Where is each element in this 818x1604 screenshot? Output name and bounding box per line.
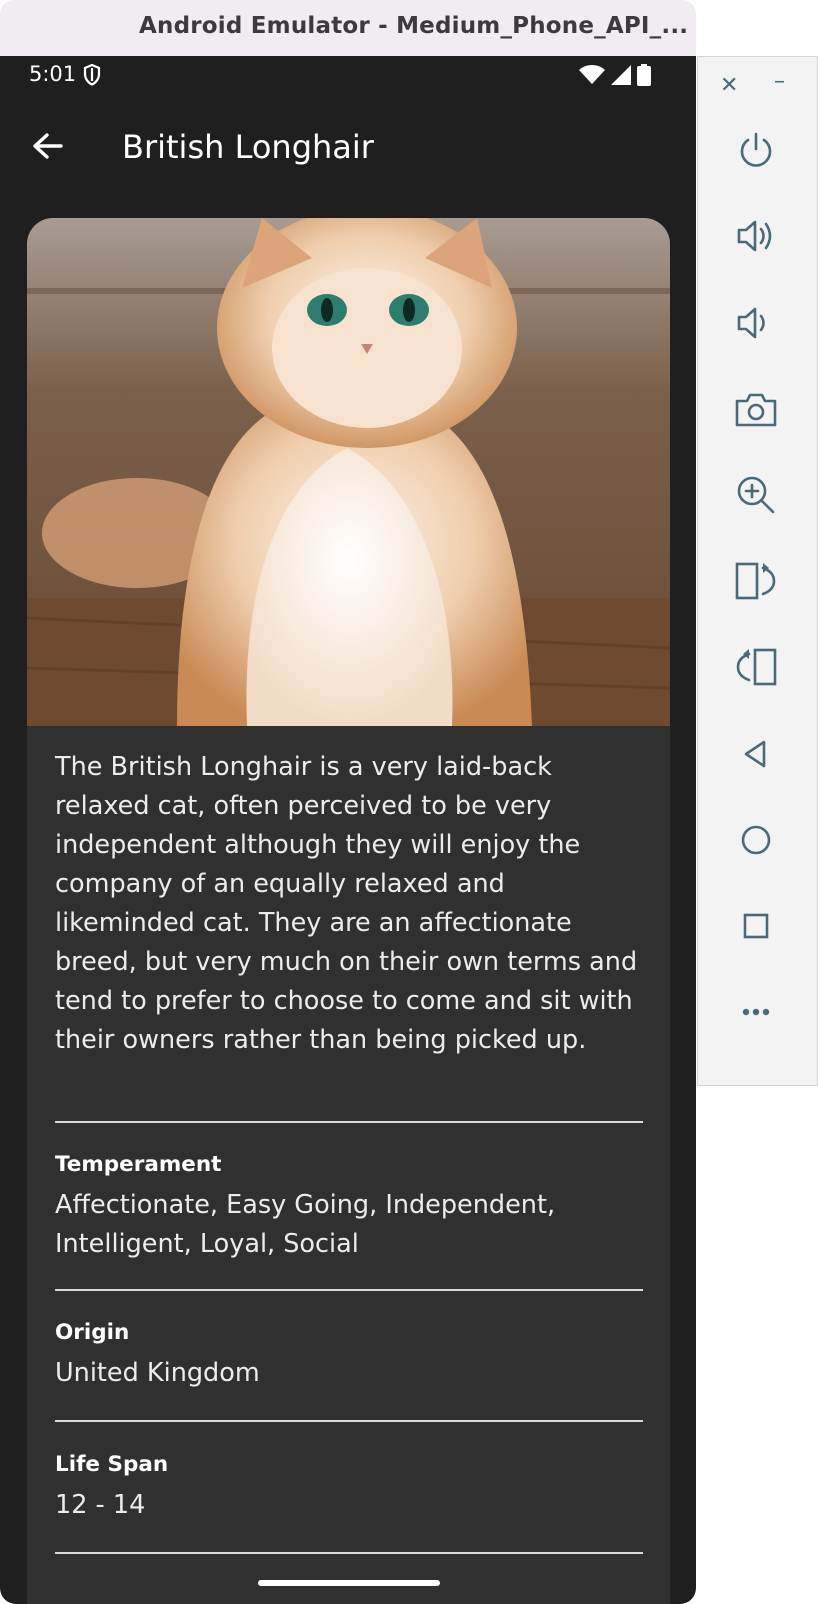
temperament-label: Temperament: [55, 1152, 222, 1177]
close-icon[interactable]: ✕: [720, 75, 738, 97]
page-title: British Longhair: [122, 128, 374, 166]
back-nav-button[interactable]: [732, 730, 780, 778]
back-icon: [744, 740, 766, 768]
camera-icon: [735, 393, 777, 427]
power-button[interactable]: [732, 125, 780, 173]
emulator-title-tab: Android Emulator - Medium_Phone_API_...: [0, 0, 696, 56]
life-span-label: Life Span: [55, 1452, 169, 1477]
status-bar: 5:01: [0, 56, 696, 96]
divider: [55, 1289, 643, 1291]
back-button[interactable]: [28, 126, 68, 166]
zoom-in-icon: [737, 476, 775, 514]
divider: [55, 1121, 643, 1123]
overview-icon: [743, 913, 769, 939]
breed-description: The British Longhair is a very laid-back…: [55, 752, 638, 1055]
origin-label: Origin: [55, 1320, 130, 1345]
minimize-icon[interactable]: –: [774, 71, 785, 93]
temperament-value: Affectionate, Easy Going, Independent, I…: [55, 1190, 556, 1259]
phone-screen: 5:01 British Longhair The British Longha…: [0, 56, 696, 1604]
life-span-value: 12 - 14: [55, 1490, 146, 1520]
divider: [55, 1552, 643, 1554]
arrow-back-icon: [33, 133, 63, 159]
rotate-left-button[interactable]: [732, 557, 780, 605]
volume-down-icon: [737, 307, 765, 339]
more-button[interactable]: [732, 988, 780, 1036]
home-icon: [741, 825, 771, 855]
volume-down-button[interactable]: [732, 299, 780, 347]
volume-up-button[interactable]: [732, 212, 780, 260]
window-title: Android Emulator - Medium_Phone_API_...: [139, 13, 689, 39]
rotate-right-icon: [736, 648, 777, 686]
zoom-button[interactable]: [732, 471, 780, 519]
rotate-left-icon: [735, 562, 776, 600]
rotate-right-button[interactable]: [732, 643, 780, 691]
divider: [55, 1420, 643, 1422]
battery-icon: [637, 64, 651, 90]
overview-button[interactable]: [732, 902, 780, 950]
toolbar-window-controls: ✕ –: [698, 57, 818, 109]
breed-detail-card: The British Longhair is a very laid-back…: [27, 218, 670, 1604]
wifi-icon: [579, 65, 605, 89]
screenshot-button[interactable]: [732, 385, 780, 433]
status-time: 5:01: [29, 62, 77, 86]
volume-up-icon: [737, 220, 772, 252]
status-icons: [579, 64, 651, 90]
home-button[interactable]: [732, 816, 780, 864]
app-bar: British Longhair: [0, 116, 696, 186]
signal-icon: [611, 65, 631, 89]
more-icon: [742, 1008, 770, 1016]
breed-photo: [27, 218, 670, 726]
shield-icon: [83, 63, 101, 90]
origin-value: United Kingdom: [55, 1358, 260, 1388]
gesture-nav-handle[interactable]: [258, 1580, 440, 1586]
emulator-toolbar: ✕ –: [697, 56, 818, 1086]
power-icon: [740, 132, 772, 167]
